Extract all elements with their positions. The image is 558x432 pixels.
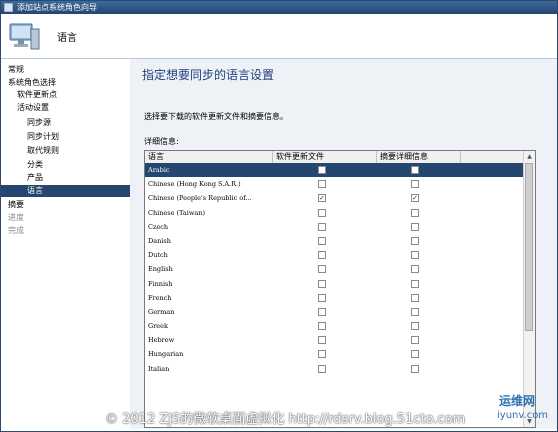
language-name: Finnish: [148, 279, 173, 288]
window-title: 添加站点系统角色向导: [17, 3, 97, 12]
summary-checkbox[interactable]: [411, 208, 419, 217]
files-checkbox[interactable]: [318, 279, 326, 288]
column-summary[interactable]: 摘要详细信息: [377, 151, 461, 163]
vertical-scrollbar[interactable]: ▲ ▼: [523, 151, 535, 427]
files-checkbox[interactable]: [318, 180, 326, 189]
nav-item[interactable]: 摘要: [8, 199, 24, 211]
table-row[interactable]: Chinese (Hong Kong S.A.R.): [145, 177, 525, 191]
scroll-thumb[interactable]: [525, 163, 533, 331]
summary-checkbox[interactable]: [411, 265, 419, 274]
table-row[interactable]: Hebrew: [145, 333, 525, 347]
files-checkbox[interactable]: [318, 222, 326, 231]
watermark: © 2012 ZJS的微软桌面虚拟化 http://rdsrv.blog.51c…: [105, 412, 466, 427]
language-name: Dutch: [148, 251, 168, 260]
summary-checkbox[interactable]: [411, 251, 419, 260]
title-bar[interactable]: 添加站点系统角色向导: [1, 1, 557, 14]
nav-item: 进度: [8, 213, 24, 222]
summary-checkbox[interactable]: [411, 166, 419, 174]
summary-checkbox[interactable]: [411, 364, 419, 373]
table-row[interactable]: Chinese (Taiwan): [145, 206, 525, 220]
wizard-header: 语言: [1, 14, 557, 59]
files-checkbox[interactable]: ✓: [318, 194, 326, 203]
language-name: Chinese (Hong Kong S.A.R.): [148, 180, 241, 189]
nav-item[interactable]: 同步源: [27, 117, 51, 129]
scroll-up-icon[interactable]: ▲: [525, 152, 534, 161]
nav-item[interactable]: 系统角色选择: [8, 77, 56, 89]
language-name: German: [148, 307, 175, 316]
header-title: 语言: [57, 33, 77, 44]
window-icon: [4, 3, 13, 12]
files-checkbox[interactable]: [318, 236, 326, 245]
computer-icon: [9, 23, 40, 50]
language-list[interactable]: 语言 软件更新文件 摘要详细信息 Arabic Chinese (Hong Kon…: [144, 150, 536, 428]
column-files[interactable]: 软件更新文件: [273, 151, 377, 163]
summary-checkbox[interactable]: ✓: [411, 194, 419, 203]
site-logo: 运维网 iyunv.com: [497, 392, 553, 426]
files-checkbox[interactable]: [318, 307, 326, 316]
table-row[interactable]: Arabic: [145, 163, 525, 178]
files-checkbox[interactable]: [318, 265, 326, 274]
language-name: Italian: [148, 364, 170, 373]
nav-item[interactable]: 同步计划: [27, 131, 59, 143]
wizard-window: 添加站点系统角色向导 语言 常规 系统角色选择 软件更新点 活动设置同步源同步计划取代…: [0, 0, 558, 432]
language-name: Chinese (People's Republic of...: [148, 194, 252, 203]
files-checkbox[interactable]: [318, 293, 326, 302]
summary-checkbox[interactable]: [411, 350, 419, 359]
nav-item[interactable]: 软件更新点: [17, 89, 57, 101]
language-name: Greek: [148, 322, 168, 331]
summary-checkbox[interactable]: [411, 322, 419, 331]
wizard-content: 指定想要同步的语言设置 选择要下载的软件更新文件和摘要信息。 详细信息: 语言 …: [130, 59, 557, 429]
table-row[interactable]: Danish: [145, 234, 525, 248]
nav-item[interactable]: 分类: [27, 159, 43, 171]
page-title: 指定想要同步的语言设置: [142, 68, 275, 82]
table-row[interactable]: German: [145, 305, 525, 319]
logo-text: 运维网: [499, 394, 536, 408]
nav-item[interactable]: 活动设置: [17, 102, 49, 114]
table-row[interactable]: Dutch: [145, 248, 525, 262]
language-name: French: [148, 293, 172, 302]
nav-item[interactable]: 产品: [27, 172, 43, 184]
list-rows: Arabic Chinese (Hong Kong S.A.R.) Chinese …: [145, 163, 525, 376]
nav-item[interactable]: 常规: [8, 64, 24, 76]
table-row[interactable]: Greek: [145, 319, 525, 333]
language-name: Arabic: [148, 166, 170, 174]
summary-checkbox[interactable]: [411, 222, 419, 231]
language-name: Chinese (Taiwan): [148, 208, 206, 217]
table-row[interactable]: Italian: [145, 362, 525, 376]
summary-checkbox[interactable]: [411, 307, 419, 316]
files-checkbox[interactable]: [318, 208, 326, 217]
table-row[interactable]: Chinese (People's Republic of... ✓ ✓: [145, 191, 525, 205]
instruction-text: 选择要下载的软件更新文件和摘要信息。: [144, 112, 288, 121]
summary-checkbox[interactable]: [411, 236, 419, 245]
logo-domain: iyunv.com: [497, 410, 549, 421]
table-row[interactable]: Czech: [145, 220, 525, 234]
files-checkbox[interactable]: [318, 336, 326, 345]
summary-checkbox[interactable]: [411, 336, 419, 345]
language-name: Hebrew: [148, 336, 175, 345]
language-name: Czech: [148, 222, 169, 231]
table-row[interactable]: Hungarian: [145, 347, 525, 361]
table-row[interactable]: French: [145, 291, 525, 305]
summary-checkbox[interactable]: [411, 293, 419, 302]
language-name: Hungarian: [148, 350, 184, 359]
nav-item: 完成: [8, 226, 24, 235]
nav-item[interactable]: 取代规则: [27, 145, 59, 157]
column-language[interactable]: 语言: [145, 151, 273, 163]
table-row[interactable]: Finnish: [145, 277, 525, 291]
wizard-nav: 常规 系统角色选择 软件更新点 活动设置 同步源 同步计划 取代规则 分类 产品 语言 摘要 进度 完成: [1, 59, 155, 431]
files-checkbox[interactable]: [318, 364, 326, 373]
language-name: English: [148, 265, 173, 274]
files-checkbox[interactable]: [318, 251, 326, 260]
files-checkbox[interactable]: [318, 166, 326, 174]
table-row[interactable]: English: [145, 262, 525, 276]
files-checkbox[interactable]: [318, 322, 326, 331]
files-checkbox[interactable]: [318, 350, 326, 359]
language-name: Danish: [148, 236, 171, 245]
summary-checkbox[interactable]: [411, 279, 419, 288]
details-label: 详细信息:: [144, 137, 179, 146]
summary-checkbox[interactable]: [411, 180, 419, 189]
